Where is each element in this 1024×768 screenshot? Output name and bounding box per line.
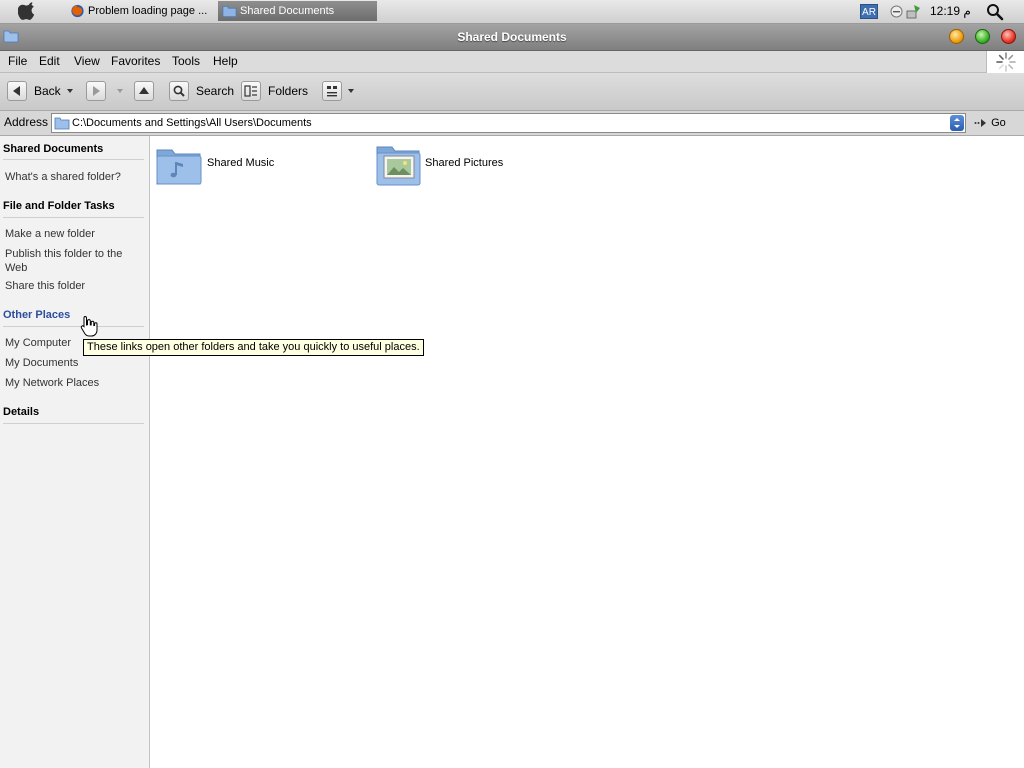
menu-tools[interactable]: Tools (172, 51, 200, 72)
back-arrow-icon (7, 81, 27, 101)
menu-file[interactable]: File (8, 51, 27, 72)
folder-icon (222, 5, 237, 17)
search-icon (169, 81, 189, 101)
folder-item-shared-pictures[interactable]: Shared Pictures (374, 141, 564, 189)
chevron-down-icon[interactable] (348, 89, 354, 93)
taskbar-item-label: Shared Documents (240, 5, 335, 17)
forward-arrow-icon (86, 81, 106, 101)
divider (3, 217, 144, 218)
menu-view[interactable]: View (74, 51, 100, 72)
search-icon[interactable] (986, 3, 1004, 21)
section-title-shared-documents[interactable]: Shared Documents (3, 143, 103, 155)
link-make-new-folder[interactable]: Make a new folder (5, 227, 137, 241)
forward-button[interactable] (86, 81, 126, 103)
address-dropdown-button[interactable] (950, 115, 964, 131)
spinner-icon (996, 52, 1016, 72)
views-button[interactable] (322, 81, 356, 103)
close-button[interactable] (1001, 29, 1016, 44)
menu-favorites[interactable]: Favorites (111, 51, 160, 72)
menu-edit[interactable]: Edit (39, 51, 60, 72)
divider (3, 423, 144, 424)
link-my-documents[interactable]: My Documents (5, 356, 137, 370)
go-label: Go (991, 117, 1006, 129)
search-label: Search (196, 84, 235, 98)
activity-throbber (986, 51, 1024, 73)
menu-bar: File Edit View Favorites Tools Help (0, 51, 1024, 73)
views-icon (322, 81, 342, 101)
toolbar: Back Search Folders (0, 73, 1024, 111)
maximize-button[interactable] (975, 29, 990, 44)
item-label: Shared Music (207, 157, 275, 169)
item-label: Shared Pictures (425, 157, 504, 169)
taskbar-item-label: Problem loading page ... (88, 5, 208, 17)
taskbar-item-shared-documents[interactable]: Shared Documents (218, 1, 377, 21)
back-label: Back (34, 84, 61, 98)
taskbar-item-firefox[interactable]: Problem loading page ... (66, 1, 214, 21)
clock[interactable]: 12:19 م (930, 0, 971, 23)
address-bar: Address C:\Documents and Settings\All Us… (0, 111, 1024, 136)
link-share-folder[interactable]: Share this folder (5, 279, 137, 293)
window-title: Shared Documents (457, 30, 567, 44)
hand-cursor-icon (80, 315, 98, 337)
address-label: Address (4, 115, 49, 129)
link-whats-a-shared-folder[interactable]: What's a shared folder? (5, 170, 137, 184)
divider (3, 159, 144, 160)
window-titlebar[interactable]: Shared Documents (0, 24, 1024, 51)
apple-logo-icon[interactable] (18, 2, 38, 20)
go-button[interactable]: Go (974, 111, 1006, 135)
address-path: C:\Documents and Settings\All Users\Docu… (72, 117, 312, 129)
folders-label: Folders (268, 84, 309, 98)
back-button[interactable]: Back (7, 81, 77, 103)
pictures-folder-icon (376, 146, 421, 186)
section-title-other-places[interactable]: Other Places (3, 309, 70, 321)
link-my-network-places[interactable]: My Network Places (5, 376, 137, 390)
folder-content: Shared Music Shared Pictures (150, 136, 1024, 768)
system-taskbar: Problem loading page ... Shared Document… (0, 0, 1024, 24)
menu-help[interactable]: Help (213, 51, 238, 72)
up-folder-button[interactable] (134, 81, 156, 103)
tray-status-icon[interactable] (890, 5, 903, 18)
section-title-file-folder-tasks[interactable]: File and Folder Tasks (3, 200, 115, 212)
section-title-details[interactable]: Details (3, 406, 39, 418)
go-arrow-icon (974, 119, 986, 128)
language-indicator[interactable]: AR (860, 4, 878, 19)
folders-button[interactable]: Folders (241, 81, 309, 103)
firefox-icon (71, 4, 84, 18)
link-publish-folder-web[interactable]: Publish this folder to the Web (5, 247, 137, 275)
up-arrow-icon (134, 81, 154, 101)
network-tray-icon[interactable] (906, 4, 922, 19)
search-button[interactable]: Search (169, 81, 235, 103)
divider (3, 326, 144, 327)
chevron-down-icon[interactable] (117, 89, 123, 93)
tooltip: These links open other folders and take … (83, 339, 424, 356)
address-input[interactable]: C:\Documents and Settings\All Users\Docu… (51, 113, 966, 133)
folder-icon (54, 117, 70, 130)
chevron-down-icon[interactable] (67, 89, 73, 93)
folders-pane-icon (241, 81, 261, 101)
minimize-button[interactable] (949, 29, 964, 44)
folder-item-shared-music[interactable]: Shared Music (155, 144, 345, 188)
chevron-updown-icon (954, 118, 960, 128)
task-pane: Shared Documents What's a shared folder?… (0, 136, 150, 768)
music-folder-icon (156, 149, 202, 185)
